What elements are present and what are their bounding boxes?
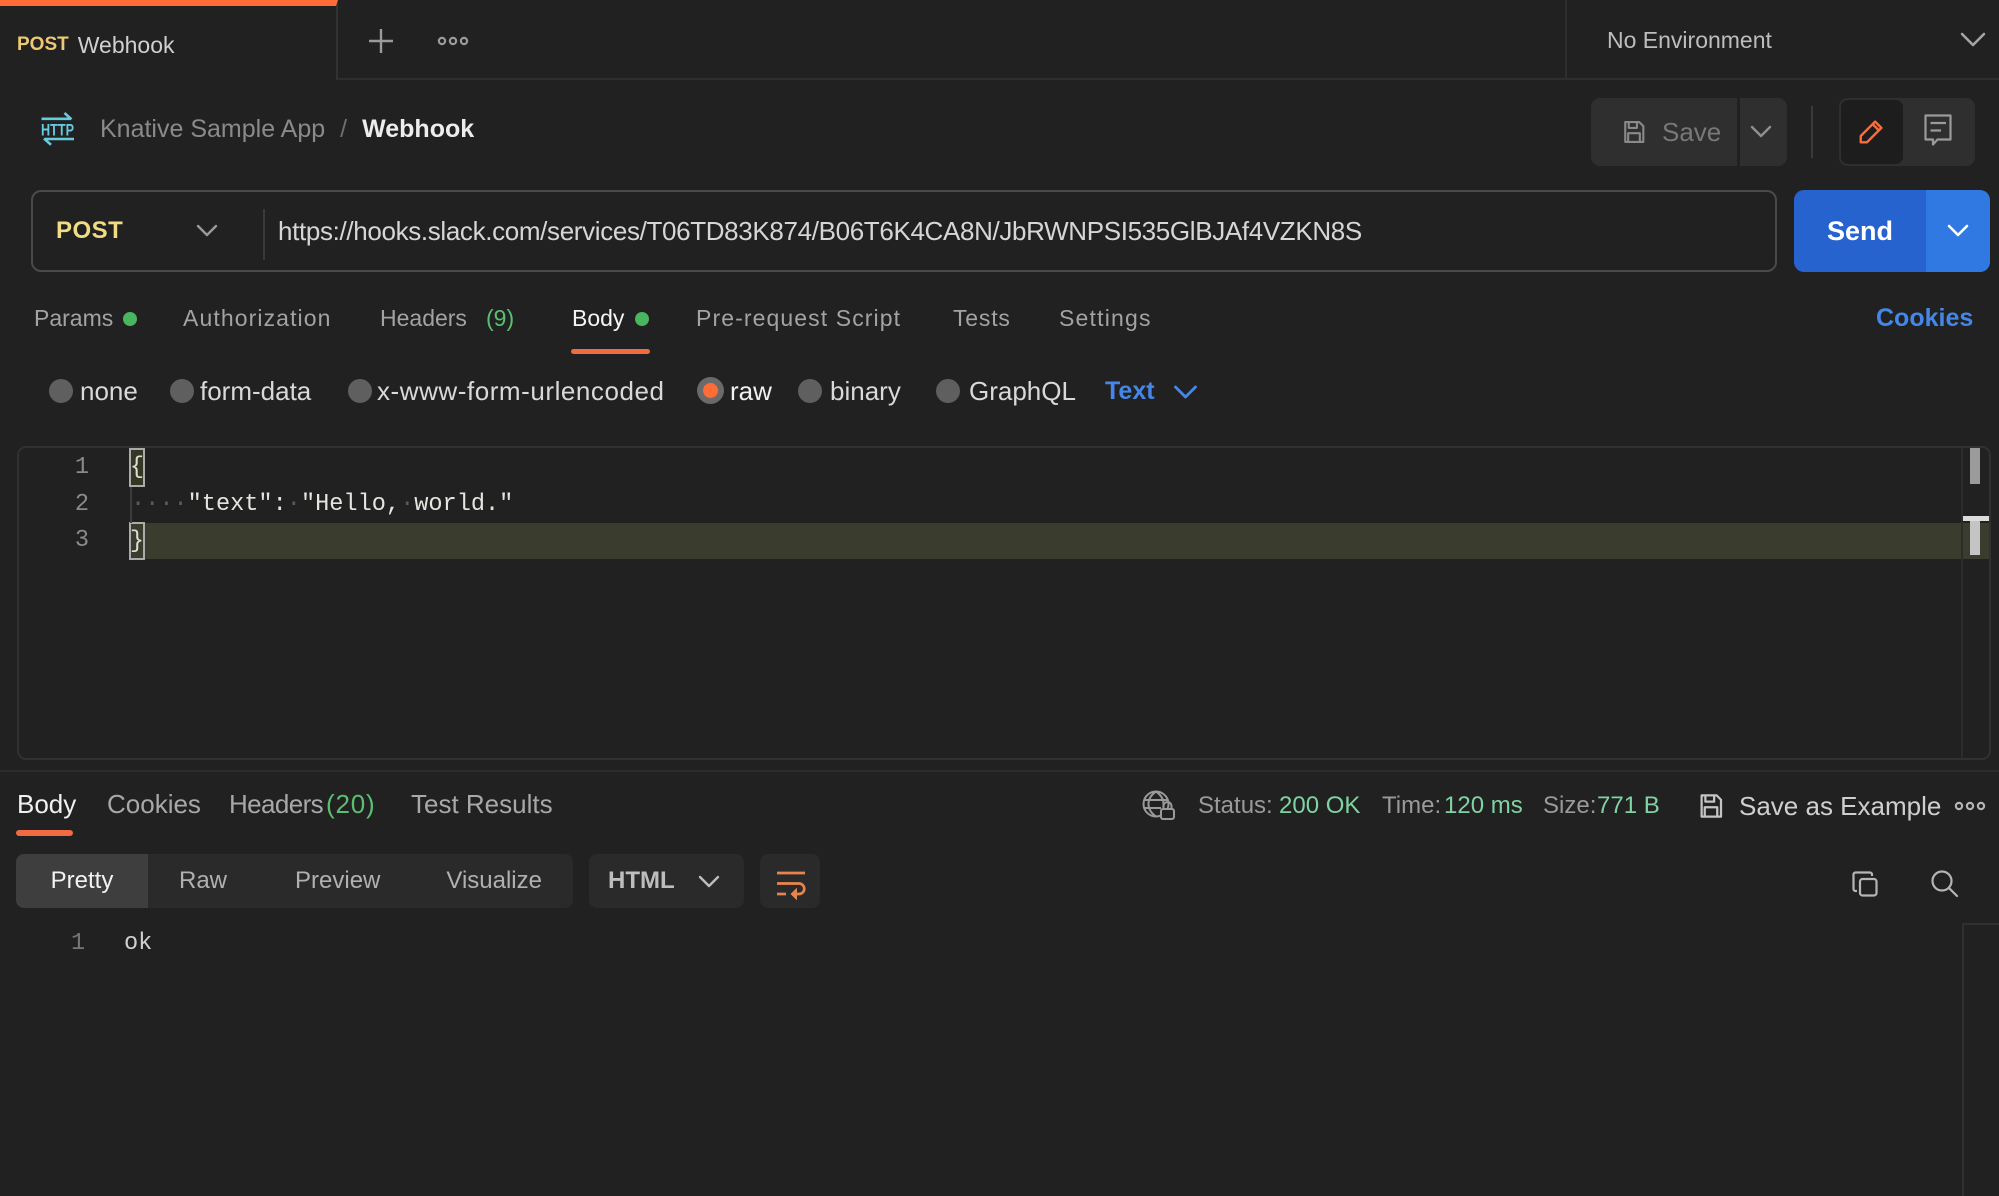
svg-text:HTTP: HTTP [41, 121, 74, 140]
